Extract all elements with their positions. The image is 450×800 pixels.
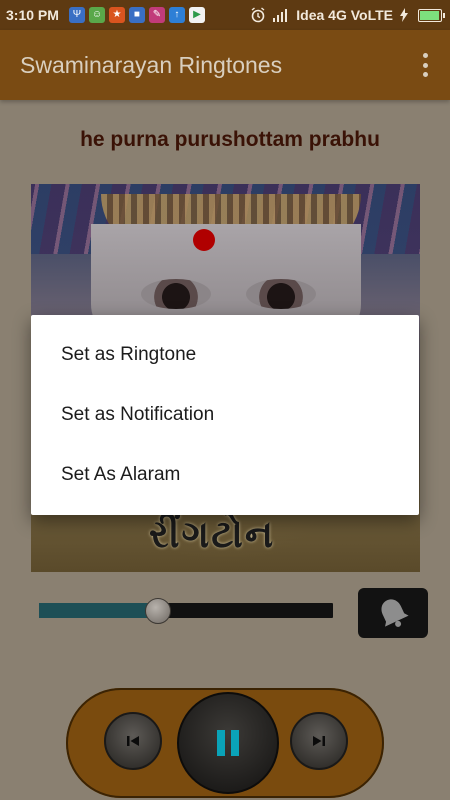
app-bar: Swaminarayan Ringtones bbox=[0, 30, 450, 100]
dialog-item-label: Set as Ringtone bbox=[61, 344, 197, 365]
set-as-ringtone-option[interactable]: Set as Ringtone bbox=[31, 325, 419, 385]
set-as-notification-option[interactable]: Set as Notification bbox=[31, 385, 419, 445]
upload-icon: ↑ bbox=[168, 7, 185, 23]
dialog-item-label: Set As Alaram bbox=[61, 464, 181, 485]
app-icon: ■ bbox=[128, 7, 145, 23]
alarm-icon bbox=[251, 7, 265, 23]
carrier-label: Idea 4G VoLTE bbox=[296, 7, 393, 23]
battery-icon bbox=[418, 8, 445, 22]
app-icon: ★ bbox=[108, 7, 125, 23]
app-title: Swaminarayan Ringtones bbox=[20, 51, 283, 78]
charging-bolt-icon bbox=[400, 8, 408, 22]
status-right: Idea 4G VoLTE bbox=[250, 7, 445, 23]
android-icon: ☺ bbox=[88, 7, 105, 23]
more-vert-icon[interactable] bbox=[420, 53, 430, 77]
play-store-icon: ▶ bbox=[188, 7, 205, 23]
set-as-dialog: Set as Ringtone Set as Notification Set … bbox=[31, 315, 419, 515]
usb-icon: Ψ bbox=[68, 7, 85, 23]
set-as-alarm-option[interactable]: Set As Alaram bbox=[31, 445, 419, 505]
notification-icons: Ψ ☺ ★ ■ ✎ ↑ ▶ bbox=[68, 7, 205, 23]
app-icon: ✎ bbox=[148, 7, 165, 23]
status-bar: 3:10 PM Ψ ☺ ★ ■ ✎ ↑ ▶ Idea 4G VoLTE bbox=[0, 0, 450, 30]
dialog-item-label: Set as Notification bbox=[61, 404, 215, 425]
status-time: 3:10 PM bbox=[6, 7, 59, 23]
signal-icon bbox=[273, 9, 288, 22]
